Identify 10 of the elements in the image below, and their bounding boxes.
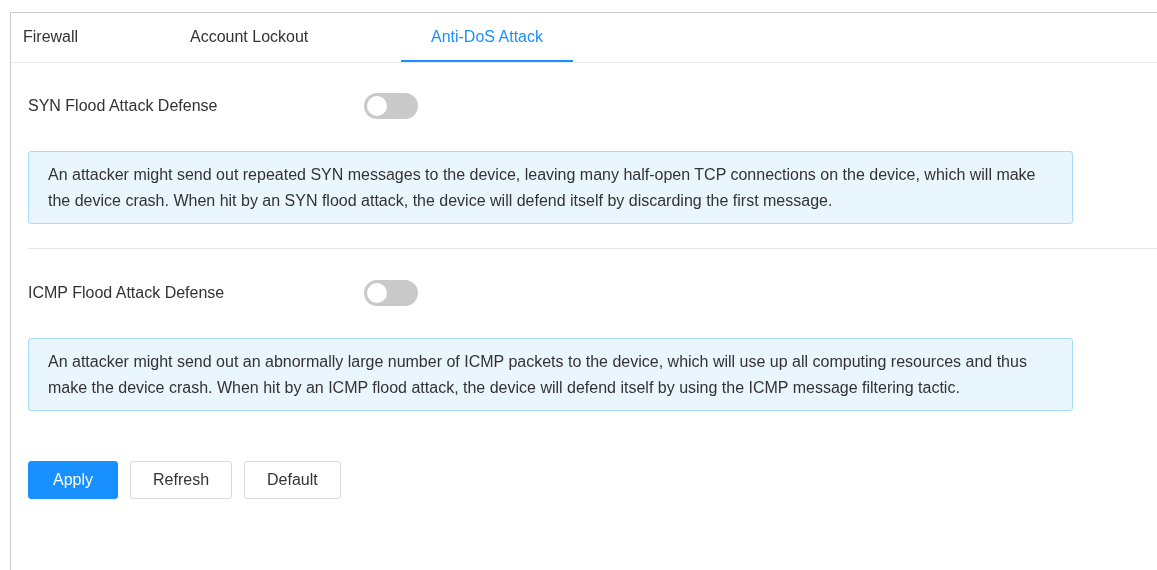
tab[interactable]: Account Lockout bbox=[178, 13, 401, 62]
action-button[interactable]: Refresh bbox=[130, 461, 233, 499]
info-box: An attacker might send out an abnormally large number of ICMP packets to the device, which will use up all computing resources and thus make the device crash. When hit by an ICMP flood attack, the device will defend itself by using the ICMP message filtering tactic. bbox=[28, 338, 1073, 411]
tab[interactable]: Firewall bbox=[11, 13, 178, 62]
toggle-switch[interactable] bbox=[364, 280, 418, 306]
setting-label: SYN Flood Attack Defense bbox=[28, 97, 219, 115]
toggle-switch[interactable] bbox=[364, 93, 418, 119]
action-button[interactable]: Default bbox=[244, 461, 341, 499]
setting-label: ICMP Flood Attack Defense bbox=[28, 284, 226, 302]
info-box: An attacker might send out repeated SYN messages to the device, leaving many half-open TCP connections on the device, which will make the device crash. When hit by an SYN flood attack, the device will defend itself by discarding the first message. bbox=[28, 151, 1073, 224]
